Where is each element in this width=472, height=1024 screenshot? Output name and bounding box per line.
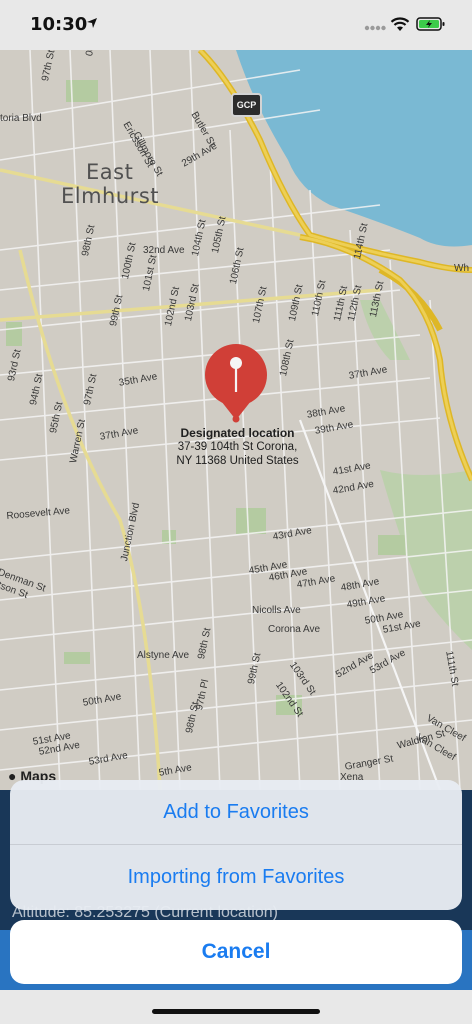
add-to-favorites-button[interactable]: Add to Favorites xyxy=(10,780,462,845)
action-sheet: Add to Favorites Importing from Favorite… xyxy=(10,780,462,910)
battery-charging-icon xyxy=(416,17,445,31)
status-time: 10:30 xyxy=(30,14,88,35)
home-indicator[interactable] xyxy=(152,1009,320,1014)
cancel-button[interactable]: Cancel xyxy=(10,920,462,984)
safe-area-bottom xyxy=(0,990,472,1024)
location-arrow-icon xyxy=(87,18,97,28)
status-bar: 10:30 xyxy=(0,0,472,50)
import-from-favorites-button[interactable]: Importing from Favorites xyxy=(10,845,462,909)
cellular-signal-icon xyxy=(364,25,386,31)
wifi-icon xyxy=(390,17,410,31)
